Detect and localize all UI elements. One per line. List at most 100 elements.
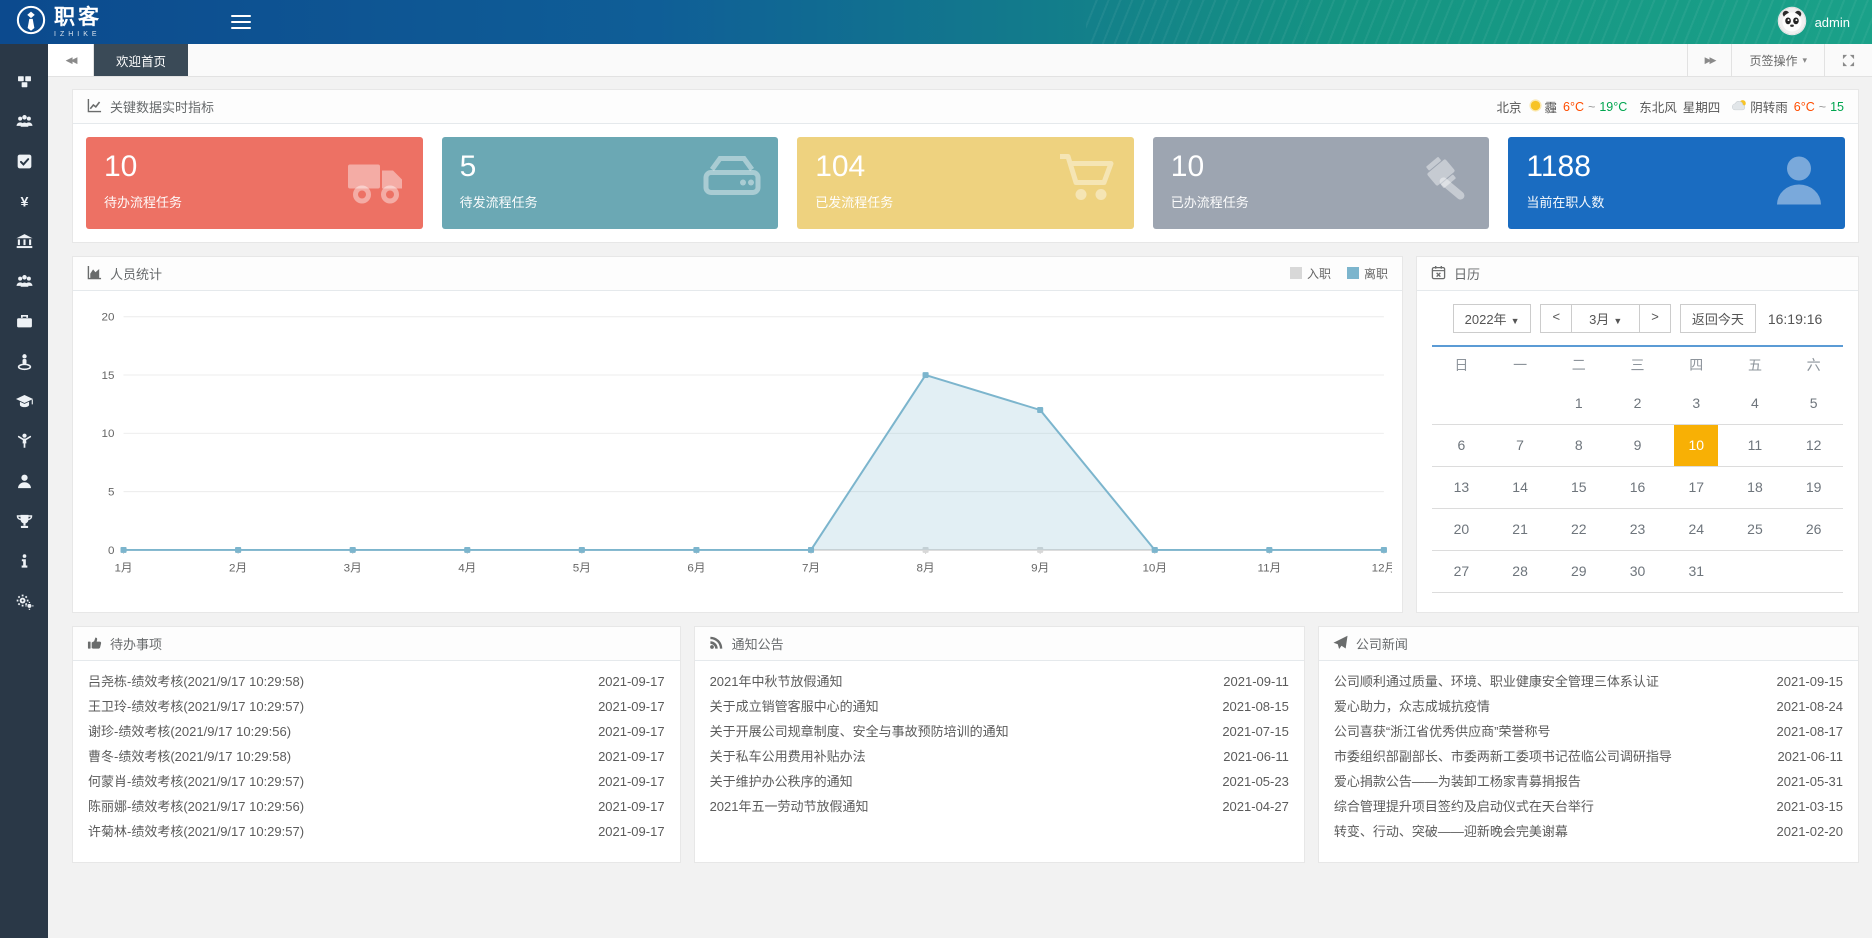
sidebar-item-child[interactable] (0, 424, 48, 464)
sidebar-item-check-square[interactable] (0, 144, 48, 184)
calendar-day[interactable]: 8 (1549, 425, 1608, 466)
calendar-day[interactable]: 9 (1608, 425, 1667, 466)
news-item-text[interactable]: 综合管理提升项目签约及启动仪式在天台举行 (1334, 797, 1606, 816)
legend-item-hired[interactable]: 入职 (1290, 265, 1331, 282)
calendar-day[interactable]: 25 (1726, 509, 1785, 550)
weather-temp2-high: 15 (1830, 100, 1844, 114)
svg-text:20: 20 (101, 312, 114, 324)
sidebar-item-users[interactable] (0, 104, 48, 144)
stat-card[interactable]: 1188当前在职人数 (1508, 137, 1845, 229)
news-item-date: 2021-09-15 (1777, 672, 1844, 691)
todo-item-text[interactable]: 谢珍-绩效考核(2021/9/17 10:29:56) (88, 722, 303, 741)
back-to-today-button[interactable]: 返回今天 (1680, 304, 1756, 333)
sidebar-item-cogs[interactable] (0, 584, 48, 624)
news-item-text[interactable]: 市委组织部副部长、市委两新工委项书记莅临公司调研指导 (1334, 747, 1684, 766)
calendar-day-selected[interactable]: 10 (1667, 425, 1726, 466)
calendar-day[interactable]: 16 (1608, 467, 1667, 508)
child-icon (15, 432, 34, 456)
sidebar-item-briefcase[interactable] (0, 304, 48, 344)
sidebar-item-team[interactable] (0, 264, 48, 304)
todo-item: 王卫玲-绩效考核(2021/9/17 10:29:57)2021-09-17 (88, 694, 665, 719)
todo-title: 待办事项 (110, 634, 162, 653)
notice-item-text[interactable]: 关于开展公司规章制度、安全与事故预防培训的通知 (710, 722, 1021, 741)
calendar-day[interactable]: 30 (1608, 551, 1667, 592)
hamburger-menu-icon[interactable] (231, 11, 251, 33)
tabs-scroll-left-icon[interactable]: ◀◀ (48, 44, 94, 76)
calendar-day[interactable]: 14 (1491, 467, 1550, 508)
news-item-text[interactable]: 公司顺利通过质量、环境、职业健康安全管理三体系认证 (1334, 672, 1671, 691)
calendar-day[interactable]: 7 (1491, 425, 1550, 466)
calendar-day[interactable]: 13 (1432, 467, 1491, 508)
calendar-day[interactable]: 28 (1491, 551, 1550, 592)
stat-card[interactable]: 104已发流程任务 (797, 137, 1134, 229)
calendar-day[interactable]: 15 (1549, 467, 1608, 508)
notice-item-text[interactable]: 关于成立销管客服中心的通知 (710, 697, 891, 716)
calendar-day[interactable]: 27 (1432, 551, 1491, 592)
calendar-day[interactable]: 20 (1432, 509, 1491, 550)
legend-item-departed[interactable]: 离职 (1347, 265, 1388, 282)
news-item-text[interactable]: 爱心助力，众志成城抗疫情 (1334, 697, 1502, 716)
news-item-text[interactable]: 爱心捐款公告——为装卸工杨家青募捐报告 (1334, 772, 1593, 791)
todo-item-text[interactable]: 何蒙肖-绩效考核(2021/9/17 10:29:57) (88, 772, 316, 791)
avatar[interactable] (1777, 6, 1807, 39)
calendar-day[interactable]: 3 (1667, 383, 1726, 424)
next-month-button[interactable]: > (1640, 305, 1670, 332)
sidebar-item-graduation-cap[interactable] (0, 384, 48, 424)
calendar-day[interactable]: 4 (1726, 383, 1785, 424)
sidebar-item-info[interactable] (0, 544, 48, 584)
clock-time: 16:19:16 (1768, 311, 1823, 327)
calendar-day[interactable]: 18 (1726, 467, 1785, 508)
notice-item-text[interactable]: 2021年五一劳动节放假通知 (710, 797, 881, 816)
cubes-icon (15, 72, 34, 96)
truck-icon (345, 149, 409, 218)
todo-item-text[interactable]: 许菊林-绩效考核(2021/9/17 10:29:57) (88, 822, 316, 841)
stat-card[interactable]: 10待办流程任务 (86, 137, 423, 229)
calendar-day[interactable]: 21 (1491, 509, 1550, 550)
calendar-day[interactable]: 17 (1667, 467, 1726, 508)
calendar-day[interactable]: 22 (1549, 509, 1608, 550)
sidebar-item-user[interactable] (0, 464, 48, 504)
calendar-day[interactable]: 23 (1608, 509, 1667, 550)
prev-month-button[interactable]: < (1541, 305, 1571, 332)
fullscreen-icon[interactable] (1824, 44, 1872, 76)
notice-item-text[interactable]: 2021年中秋节放假通知 (710, 672, 855, 691)
calendar-day[interactable]: 2 (1608, 383, 1667, 424)
news-item-text[interactable]: 公司喜获“浙江省优秀供应商”荣誉称号 (1334, 722, 1563, 741)
calendar-day[interactable]: 12 (1784, 425, 1843, 466)
tab-operations-dropdown[interactable]: 页签操作 ▾ (1731, 44, 1824, 76)
tab-bar: ◀◀ 欢迎首页 ▶▶ 页签操作 ▾ (48, 44, 1872, 77)
year-select[interactable]: 2022年▼ (1453, 304, 1532, 333)
tabs-scroll-right-icon[interactable]: ▶▶ (1687, 44, 1732, 76)
sidebar-item-bank[interactable] (0, 224, 48, 264)
notice-item-text[interactable]: 关于私车公用费用补贴办法 (710, 747, 878, 766)
sidebar-item-street-view[interactable] (0, 344, 48, 384)
sidebar-item-cny[interactable]: ¥ (0, 184, 48, 224)
stat-card[interactable]: 10已办流程任务 (1153, 137, 1490, 229)
calendar-title: 日历 (1454, 264, 1480, 283)
todo-item-text[interactable]: 陈丽娜-绩效考核(2021/9/17 10:29:56) (88, 797, 316, 816)
chevron-down-icon: ▾ (1802, 55, 1807, 66)
month-select[interactable]: 3月▼ (1571, 305, 1640, 332)
stat-card[interactable]: 5待发流程任务 (442, 137, 779, 229)
todo-item-text[interactable]: 吕尧栋-绩效考核(2021/9/17 10:29:58) (88, 672, 316, 691)
trophy-icon (15, 512, 34, 536)
news-item-text[interactable]: 转变、行动、突破——迎新晚会完美谢幕 (1334, 822, 1580, 841)
sidebar-item-cubes[interactable] (0, 64, 48, 104)
sidebar-item-trophy[interactable] (0, 504, 48, 544)
calendar-day[interactable]: 26 (1784, 509, 1843, 550)
todo-item-text[interactable]: 王卫玲-绩效考核(2021/9/17 10:29:57) (88, 697, 316, 716)
legend-swatch (1347, 267, 1359, 279)
calendar-day[interactable]: 5 (1784, 383, 1843, 424)
calendar-day[interactable]: 1 (1549, 383, 1608, 424)
calendar-day[interactable]: 6 (1432, 425, 1491, 466)
todo-item-date: 2021-09-17 (598, 672, 665, 691)
todo-item-text[interactable]: 曹冬-绩效考核(2021/9/17 10:29:58) (88, 747, 303, 766)
calendar-day[interactable]: 19 (1784, 467, 1843, 508)
notice-item-text[interactable]: 关于维护办公秩序的通知 (710, 772, 865, 791)
calendar-day[interactable]: 29 (1549, 551, 1608, 592)
calendar-day[interactable]: 31 (1667, 551, 1726, 592)
calendar-day[interactable]: 24 (1667, 509, 1726, 550)
calendar-day[interactable]: 11 (1726, 425, 1785, 466)
tab-welcome-home[interactable]: 欢迎首页 (94, 44, 188, 76)
username[interactable]: admin (1815, 15, 1850, 30)
